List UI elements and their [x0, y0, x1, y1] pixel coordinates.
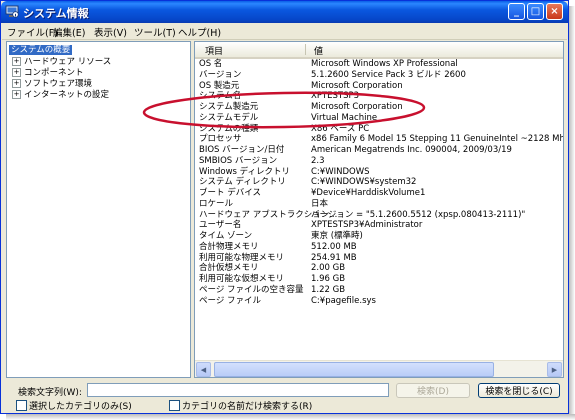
annotation-ellipse: [142, 91, 426, 129]
highlight-annotation: [142, 91, 426, 129]
